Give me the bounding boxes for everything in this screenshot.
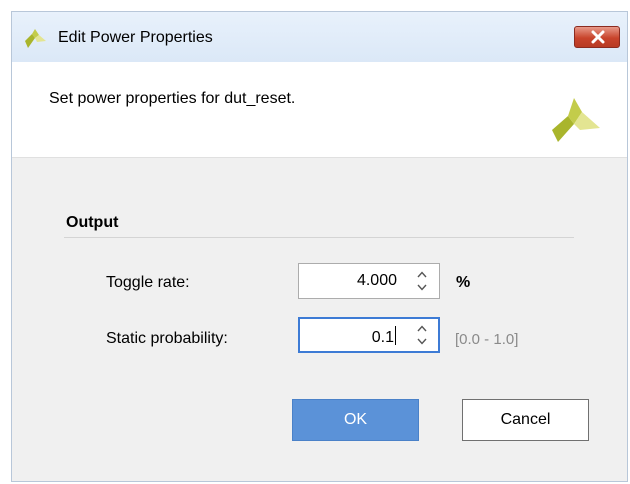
toggle-rate-spinner[interactable]: 4.000 [298,263,440,299]
close-icon [591,30,605,44]
chevron-up-icon [417,325,427,332]
header-description: Set power properties for dut_reset. [49,90,296,107]
dialog-header: Set power properties for dut_reset. [12,62,627,158]
close-button[interactable] [574,26,620,48]
static-probability-spinner[interactable]: 0.1 [298,317,440,353]
chevron-down-icon [417,338,427,345]
toggle-rate-spin-buttons [409,268,435,294]
toggle-rate-value: 4.000 [356,272,397,289]
chevron-up-icon [417,271,427,278]
toggle-rate-unit: % [456,274,471,291]
section-divider [64,237,574,238]
edit-power-properties-dialog: Edit Power Properties Set power properti… [11,11,628,482]
static-probability-label: Static probability: [106,330,228,347]
cancel-button[interactable]: Cancel [462,399,589,441]
toggle-rate-label: Toggle rate: [106,274,190,291]
app-logo-icon [25,29,46,48]
static-probability-value: 0.1 [372,326,396,347]
static-probability-text: 0.1 [371,329,394,346]
toggle-rate-decrement[interactable] [409,281,435,294]
vendor-logo-icon [552,98,600,142]
static-probability-range-hint: [0.0 - 1.0] [455,331,519,348]
static-probability-decrement[interactable] [409,335,435,348]
title-bar: Edit Power Properties [12,12,627,63]
output-section-title: Output [66,214,119,231]
ok-button[interactable]: OK [292,399,419,441]
chevron-down-icon [417,284,427,291]
text-cursor [395,326,396,345]
window-title: Edit Power Properties [58,29,213,46]
static-probability-spin-buttons [409,322,435,348]
static-probability-increment[interactable] [409,322,435,335]
toggle-rate-increment[interactable] [409,268,435,281]
